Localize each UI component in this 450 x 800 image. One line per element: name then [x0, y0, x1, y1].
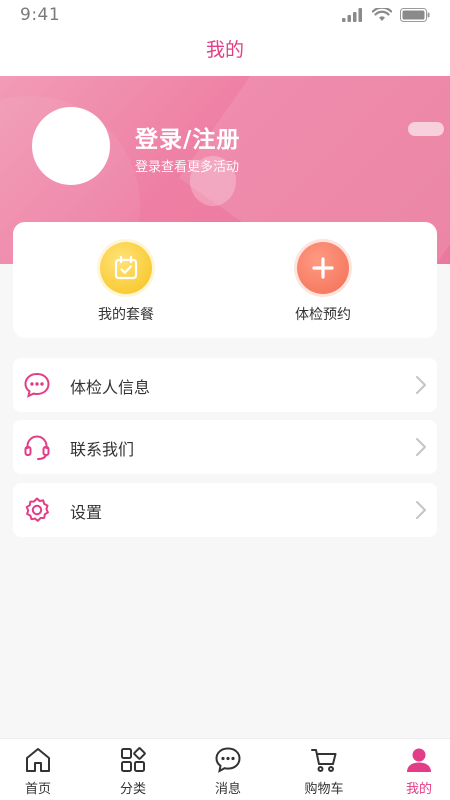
- home-icon: [26, 748, 50, 772]
- tab-category[interactable]: 分类: [98, 745, 168, 797]
- chevron-right-icon: [416, 438, 426, 456]
- menu-item-settings[interactable]: 设置: [13, 483, 437, 537]
- profile-screen: 9:41 我的 登录/注册 登录查看更多活动 我的套餐 体检预约 体检人信息 联…: [0, 0, 450, 800]
- menu-item-label: 设置: [70, 503, 103, 522]
- bottom-tab-bar: 首页 分类 消息 购物车 我的: [0, 738, 450, 800]
- tab-label: 购物车: [304, 782, 344, 797]
- avatar[interactable]: [32, 107, 110, 185]
- tab-cart[interactable]: 购物车: [289, 745, 359, 797]
- menu-item-label: 联系我们: [70, 440, 135, 459]
- battery-icon: [400, 8, 430, 22]
- chevron-right-icon: [416, 376, 426, 394]
- tab-label: 分类: [119, 782, 146, 797]
- wifi-icon: [372, 8, 392, 21]
- quick-actions-card: 我的套餐 体检预约: [13, 222, 437, 338]
- status-icons: [342, 8, 430, 22]
- gear-icon: [25, 497, 49, 522]
- quick-action-my-package[interactable]: 我的套餐: [56, 242, 196, 324]
- cloud-decoration: [408, 122, 444, 136]
- cart-icon: [311, 749, 337, 772]
- message-icon: [215, 747, 241, 773]
- tab-profile[interactable]: 我的: [384, 745, 450, 797]
- menu-item-contact-us[interactable]: 联系我们: [13, 420, 437, 474]
- menu-item-examinee-info[interactable]: 体检人信息: [13, 358, 437, 412]
- tab-label: 我的: [405, 782, 432, 797]
- quick-action-exam-booking[interactable]: 体检预约: [253, 242, 393, 324]
- plus-icon: [297, 242, 349, 294]
- login-subtitle: 登录查看更多活动: [135, 160, 240, 175]
- signal-icon: [342, 8, 362, 22]
- nav-bar: 我的: [0, 30, 450, 76]
- quick-action-label: 体检预约: [295, 307, 351, 323]
- headset-icon: [24, 435, 50, 460]
- tab-label: 首页: [24, 782, 51, 797]
- menu-item-label: 体检人信息: [70, 378, 151, 397]
- status-bar: 9:41: [0, 0, 450, 30]
- chat-bubble-icon: [24, 372, 50, 398]
- tab-home[interactable]: 首页: [3, 745, 73, 797]
- page-title: 我的: [205, 39, 244, 61]
- chevron-right-icon: [416, 501, 426, 519]
- tab-messages[interactable]: 消息: [193, 745, 263, 797]
- tab-label: 消息: [214, 782, 241, 797]
- login-register-link[interactable]: 登录/注册: [135, 120, 240, 154]
- user-icon: [407, 748, 431, 772]
- quick-action-label: 我的套餐: [98, 307, 154, 323]
- calendar-check-icon: [100, 242, 152, 294]
- status-time: 9:41: [20, 5, 61, 25]
- category-icon: [121, 747, 146, 772]
